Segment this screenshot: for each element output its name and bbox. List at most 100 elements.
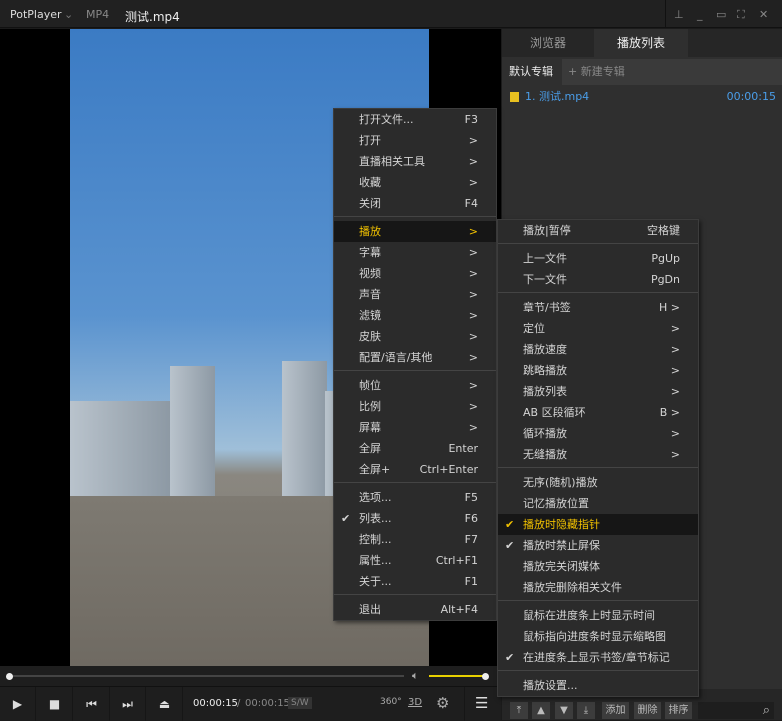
menu-item-label: 播放列表: [523, 385, 567, 398]
menu-item[interactable]: ✔ 播放时禁止屏保: [498, 535, 698, 556]
menu-item[interactable]: ✔ 播放时隐藏指针: [498, 514, 698, 535]
menu-item[interactable]: 定位 >: [498, 318, 698, 339]
maximize-icon[interactable]: ▭: [716, 8, 726, 21]
menu-item[interactable]: 比例 >: [334, 396, 496, 417]
menu-item[interactable]: 全屏+ Ctrl+Enter: [334, 459, 496, 480]
menu-item-label: 记忆播放位置: [523, 497, 589, 510]
menu-item-label: 在进度条上显示书签/章节标记: [523, 651, 670, 664]
context-menu: 打开文件... F3 打开 > 直播相关工具 > 收藏 > 关闭 F4 播放 > 字幕 > 视频 > 声音 > 滤镜…: [333, 108, 497, 621]
menu-item[interactable]: 属性... Ctrl+F1: [334, 550, 496, 571]
menu-item-label: 播放时隐藏指针: [523, 518, 600, 531]
next-icon[interactable]: ⏭: [110, 687, 146, 721]
menu-item[interactable]: 播放|暂停 空格键: [498, 220, 698, 241]
menu-item-label: 跳略播放: [523, 364, 567, 377]
new-album-button[interactable]: + 新建专辑: [568, 59, 625, 85]
360-button[interactable]: 360°: [380, 697, 402, 707]
menu-item[interactable]: 鼠标指向进度条时显示缩略图: [498, 626, 698, 647]
play-icon[interactable]: ▶: [0, 687, 36, 721]
menu-item[interactable]: 播放完删除相关文件: [498, 577, 698, 598]
menu-item-label: 播放完删除相关文件: [523, 581, 622, 594]
menu-item[interactable]: 播放完关闭媒体: [498, 556, 698, 577]
menu-item[interactable]: 声音 >: [334, 284, 496, 305]
menu-item[interactable]: 滤镜 >: [334, 305, 496, 326]
menu-item[interactable]: 播放速度 >: [498, 339, 698, 360]
menu-item[interactable]: 无缝播放 >: [498, 444, 698, 465]
menu-item[interactable]: 帧位 >: [334, 375, 496, 396]
previous-icon[interactable]: ⏮: [74, 687, 110, 721]
menu-item[interactable]: 打开 >: [334, 130, 496, 151]
menu-item-shortcut: >: [468, 309, 478, 322]
add-button[interactable]: 添加: [602, 702, 629, 719]
menu-item[interactable]: 下一文件 PgDn: [498, 269, 698, 290]
menu-item[interactable]: ✔ 在进度条上显示书签/章节标记: [498, 647, 698, 668]
menu-item[interactable]: 上一文件 PgUp: [498, 248, 698, 269]
volume-icon[interactable]: 🔈︎: [412, 669, 419, 683]
seek-bar[interactable]: 🔈︎: [0, 666, 501, 686]
menu-item[interactable]: 记忆播放位置: [498, 493, 698, 514]
chevron-down-icon[interactable]: ⌄: [64, 8, 73, 21]
menu-item-label: 定位: [523, 322, 545, 335]
menu-item-shortcut: Alt+F4: [440, 603, 478, 616]
menu-item-label: 无缝播放: [523, 448, 567, 461]
menu-item-label: 章节/书签: [523, 301, 571, 314]
menu-item[interactable]: 皮肤 >: [334, 326, 496, 347]
menu-item-label: 属性...: [359, 554, 392, 567]
menu-item[interactable]: 全屏 Enter: [334, 438, 496, 459]
menu-item[interactable]: 配置/语言/其他 >: [334, 347, 496, 368]
volume-slider[interactable]: [429, 675, 485, 677]
menu-item[interactable]: 播放设置...: [498, 675, 698, 696]
eject-icon[interactable]: ⏏: [147, 687, 183, 721]
fullscreen-icon[interactable]: ⛶: [737, 8, 745, 22]
menu-item[interactable]: 收藏 >: [334, 172, 496, 193]
tab-browser[interactable]: 浏览器: [502, 29, 594, 57]
app-menu-button[interactable]: PotPlayer: [10, 8, 62, 21]
gear-icon[interactable]: ⚙: [436, 694, 449, 712]
menu-item[interactable]: AB 区段循环 B >: [498, 402, 698, 423]
delete-button[interactable]: 删除: [634, 702, 661, 719]
menu-item-shortcut: >: [468, 134, 478, 147]
menu-item[interactable]: 直播相关工具 >: [334, 151, 496, 172]
menu-item[interactable]: 播放列表 >: [498, 381, 698, 402]
playlist-item[interactable]: 1. 测试.mp4 00:00:15: [502, 89, 782, 105]
seek-handle[interactable]: [6, 673, 13, 680]
menu-item[interactable]: 关于... F1: [334, 571, 496, 592]
move-bottom-icon[interactable]: ⤓: [577, 702, 595, 719]
menu-item[interactable]: 跳略播放 >: [498, 360, 698, 381]
menu-item-shortcut: >: [468, 225, 478, 238]
menu-item[interactable]: 字幕 >: [334, 242, 496, 263]
stop-icon[interactable]: ■: [37, 687, 73, 721]
album-default[interactable]: 默认专辑: [502, 59, 562, 85]
menu-item-label: 字幕: [359, 246, 381, 259]
3d-button[interactable]: 3D: [408, 697, 422, 708]
menu-item[interactable]: ✔ 列表... F6: [334, 508, 496, 529]
playing-icon: [510, 92, 519, 102]
sort-button[interactable]: 排序: [665, 702, 692, 719]
minimize-icon[interactable]: _: [697, 8, 703, 21]
menu-item[interactable]: 屏幕 >: [334, 417, 496, 438]
menu-item[interactable]: 循环播放 >: [498, 423, 698, 444]
menu-item[interactable]: 无序(随机)播放: [498, 472, 698, 493]
menu-item[interactable]: 选项... F5: [334, 487, 496, 508]
menu-item-label: 选项...: [359, 491, 392, 504]
menu-item[interactable]: 章节/书签 H >: [498, 297, 698, 318]
volume-handle[interactable]: [482, 673, 489, 680]
search-icon[interactable]: ⌕: [698, 702, 774, 719]
sw-button[interactable]: S/W: [288, 697, 312, 709]
tab-playlist[interactable]: 播放列表: [594, 29, 688, 57]
menu-item[interactable]: 打开文件... F3: [334, 109, 496, 130]
menu-item[interactable]: 关闭 F4: [334, 193, 496, 214]
menu-item[interactable]: 退出 Alt+F4: [334, 599, 496, 620]
menu-item-label: 皮肤: [359, 330, 381, 343]
menu-item-shortcut: >: [468, 330, 478, 343]
move-down-icon[interactable]: ▼: [555, 702, 573, 719]
close-icon[interactable]: ✕: [759, 8, 768, 21]
menu-item[interactable]: 鼠标在进度条上时显示时间: [498, 605, 698, 626]
menu-item[interactable]: 播放 >: [334, 221, 496, 242]
menu-item[interactable]: 控制... F7: [334, 529, 496, 550]
menu-item-label: 直播相关工具: [359, 155, 425, 168]
move-top-icon[interactable]: ⤒: [510, 702, 528, 719]
pin-icon[interactable]: ⊥: [674, 8, 684, 21]
menu-item[interactable]: 视频 >: [334, 263, 496, 284]
move-up-icon[interactable]: ▲: [532, 702, 550, 719]
menu-icon[interactable]: ☰: [475, 694, 488, 712]
